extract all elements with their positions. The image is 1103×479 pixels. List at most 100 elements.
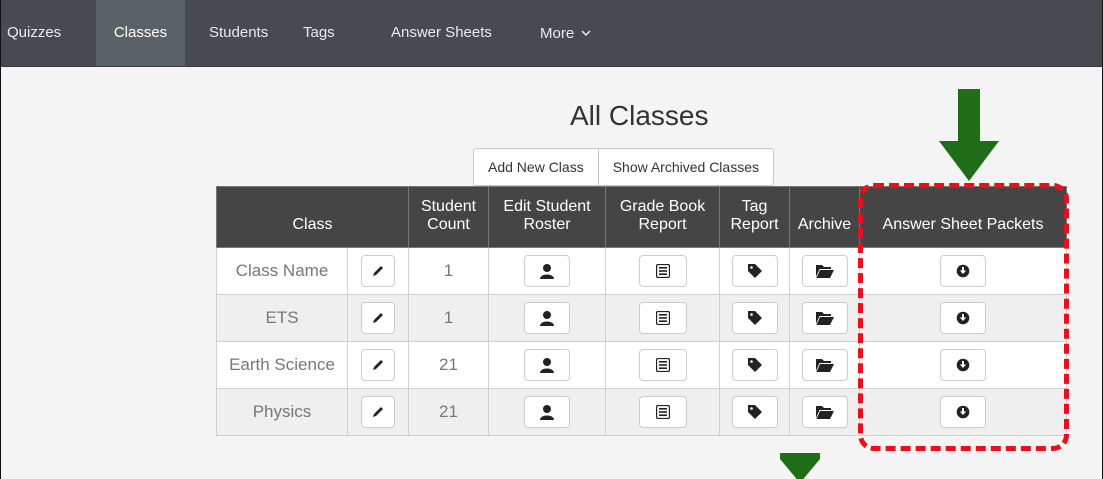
answer-sheet-packet-button[interactable] [940, 255, 987, 287]
cell-class-name: Class Name [216, 247, 348, 295]
edit-roster-button[interactable] [524, 396, 571, 428]
tag-report-button[interactable] [731, 255, 778, 287]
answer-sheet-packet-button[interactable] [940, 396, 987, 428]
class-name: Class Name [235, 261, 329, 280]
header-student-count-line2: Count [427, 216, 470, 233]
header-student-count: Student Count [408, 186, 490, 248]
nav-more-label: More [540, 25, 575, 42]
cell-archive [789, 247, 861, 295]
archive-button[interactable] [801, 349, 848, 381]
page-title-text: All Classes [570, 100, 709, 131]
cell-edit [346, 294, 410, 342]
edit-roster-button[interactable] [524, 349, 571, 381]
cell-tag-report [719, 247, 791, 295]
cell-student-count: 1 [408, 247, 490, 295]
cell-archive [789, 294, 861, 342]
classes-table: Class Student Count Edit Student Roster Gr… [215, 186, 1068, 436]
class-name: Earth Science [229, 355, 335, 374]
header-grade-book-line2: Report [638, 216, 687, 233]
nav-classes[interactable]: Classes [96, 0, 185, 66]
show-archived-classes-button[interactable]: Show Archived Classes [597, 149, 773, 185]
cell-student-count: 21 [408, 341, 490, 389]
grade-book-button[interactable] [638, 396, 687, 428]
table-row: Earth Science 21 [216, 341, 1068, 389]
cell-grade-book [605, 388, 721, 436]
cell-answer-sheet-packet [859, 388, 1068, 436]
student-count: 21 [439, 355, 458, 374]
header-answer-sheet-packets: Answer Sheet Packets [859, 186, 1068, 248]
edit-roster-button[interactable] [524, 255, 571, 287]
cell-edit [346, 247, 410, 295]
cell-class-name: Physics [216, 388, 348, 436]
tag-report-button[interactable] [731, 349, 778, 381]
edit-class-button[interactable] [361, 302, 395, 334]
header-grade-book: Grade Book Report [605, 186, 721, 248]
cell-tag-report [719, 294, 791, 342]
edit-roster-button[interactable] [524, 302, 571, 334]
answer-sheet-packet-button[interactable] [940, 349, 987, 381]
header-tag-report-line1: Tag [741, 198, 768, 215]
cell-archive [789, 388, 861, 436]
archive-button[interactable] [801, 396, 848, 428]
header-answer-sheet-packets-label: Answer Sheet Packets [882, 216, 1044, 233]
class-name: Physics [252, 402, 312, 421]
cell-answer-sheet-packet [859, 294, 1068, 342]
nav-students[interactable]: Students [209, 0, 268, 66]
arrow-down-icon [939, 89, 999, 186]
nav-more[interactable]: More [540, 0, 591, 66]
cell-class-name: Earth Science [216, 341, 348, 389]
top-navbar: Quizzes Classes Students Tags Answer She… [1, 0, 1102, 67]
table-row: Physics 21 [216, 388, 1068, 436]
cell-edit [346, 388, 410, 436]
student-count: 1 [443, 261, 454, 280]
nav-quizzes[interactable]: Quizzes [7, 0, 61, 66]
cell-tag-report [719, 341, 791, 389]
header-archive: Archive [789, 186, 861, 248]
archive-button[interactable] [801, 255, 848, 287]
edit-class-button[interactable] [361, 255, 395, 287]
header-edit-roster-line1: Edit Student [503, 198, 591, 215]
archive-button[interactable] [801, 302, 848, 334]
header-grade-book-line1: Grade Book [619, 198, 706, 215]
arrow-down-icon [780, 453, 820, 479]
cell-answer-sheet-packet [859, 341, 1068, 389]
header-class-label: Class [292, 216, 333, 233]
cell-grade-book [605, 294, 721, 342]
chevron-down-icon [581, 0, 591, 66]
add-new-class-button[interactable]: Add New Class [474, 149, 598, 185]
answer-sheet-packet-button[interactable] [940, 302, 987, 334]
class-actions: Add New Class Show Archived Classes [473, 148, 774, 186]
grade-book-button[interactable] [638, 349, 687, 381]
header-edit-roster-line2: Roster [523, 216, 571, 233]
header-tag-report: Tag Report [719, 186, 791, 248]
header-student-count-line1: Student [420, 198, 477, 215]
nav-tags[interactable]: Tags [303, 0, 335, 66]
header-tag-report-line2: Report [730, 216, 779, 233]
cell-roster [488, 341, 607, 389]
cell-grade-book [605, 247, 721, 295]
cell-archive [789, 341, 861, 389]
student-count: 21 [439, 402, 458, 421]
cell-tag-report [719, 388, 791, 436]
table-row: Class Name 1 [216, 247, 1068, 295]
edit-class-button[interactable] [361, 349, 395, 381]
app-window: Quizzes Classes Students Tags Answer She… [0, 0, 1103, 479]
header-edit-roster: Edit Student Roster [488, 186, 607, 248]
header-archive-label: Archive [797, 216, 852, 233]
cell-edit [346, 341, 410, 389]
header-class: Class [215, 186, 410, 248]
grade-book-button[interactable] [638, 255, 687, 287]
table-header-row: Class Student Count Edit Student Roster Gr… [215, 186, 1068, 248]
cell-roster [488, 294, 607, 342]
cell-answer-sheet-packet [859, 247, 1068, 295]
cell-grade-book [605, 341, 721, 389]
nav-answer-sheets[interactable]: Answer Sheets [391, 0, 492, 66]
edit-class-button[interactable] [361, 396, 395, 428]
cell-roster [488, 247, 607, 295]
class-name: ETS [265, 308, 299, 327]
tag-report-button[interactable] [731, 396, 778, 428]
student-count: 1 [443, 308, 454, 327]
grade-book-button[interactable] [638, 302, 687, 334]
tag-report-button[interactable] [731, 302, 778, 334]
cell-roster [488, 388, 607, 436]
